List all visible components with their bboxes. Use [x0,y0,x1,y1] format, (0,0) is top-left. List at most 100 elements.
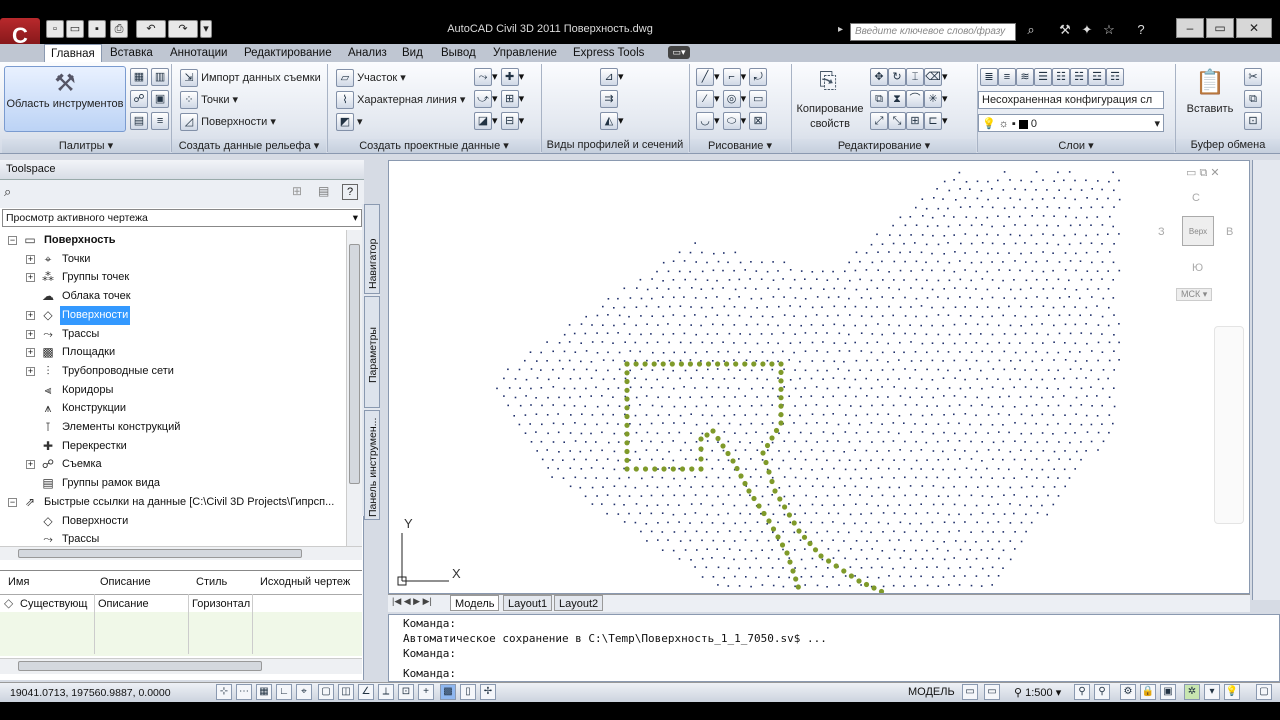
trim-icon[interactable]: ⌶ [906,68,924,86]
grid-cell-source[interactable] [256,596,356,612]
profile-tool-icon[interactable]: ⤻ [474,90,492,108]
surfaces-menu[interactable]: ◿ Поверхности ▾ [180,113,276,131]
tab-output[interactable]: Вывод [435,44,482,62]
grading-menu[interactable]: ◩ ▾ [336,113,363,131]
corridor-tool-icon[interactable]: ⊟ [500,112,519,130]
expand-icon[interactable]: + [26,348,35,358]
tree-item[interactable]: ⫷ Коридоры [0,381,346,400]
expand-icon[interactable]: + [26,310,35,320]
otrack-icon[interactable]: ∠ [358,684,374,700]
tree-item[interactable]: + ▩ Площадки [0,343,346,362]
toolspace-button[interactable]: ⚒ Область инструментов [4,66,126,132]
parcel-menu[interactable]: ▱ Участок ▾ [336,69,406,87]
boundary-icon[interactable]: ⊠ [749,112,768,130]
paste-button[interactable]: Вставить [1180,103,1240,115]
tree-item[interactable]: − ⇗ Быстрые ссылки на данные [C:\Civil 3D … [0,493,346,512]
survey-tool-icon[interactable]: ☍ [130,90,148,108]
copy-properties-button[interactable]: Копирование [794,103,866,115]
tree-item[interactable]: + ⫶ Трубопроводные сети [0,362,346,381]
viewcube-east[interactable]: В [1226,226,1233,238]
tree-item[interactable]: + ⌖ Точки [0,250,346,269]
grid-cell-description[interactable]: Описание [98,596,186,612]
sample-lines-icon[interactable]: ⇉ [600,90,618,108]
tab-toolbox[interactable]: Панель инструмен... [364,410,380,520]
stretch-icon[interactable]: ⤢ [870,112,888,130]
fullscreen-icon[interactable]: ▢ [1256,684,1272,700]
toggle-view-icon[interactable]: ▤ [318,184,329,198]
tab-manage[interactable]: Управление [487,44,563,62]
grid-header-description[interactable]: Описание [100,572,151,592]
layout-nav-icons[interactable]: |◀ ◀ ▶ ▶| [392,596,432,607]
rectangle-icon[interactable]: ▭ [749,90,768,108]
panorama-icon[interactable]: ▥ [151,68,170,86]
match-properties-icon[interactable]: ⊡ [1244,112,1262,130]
layer-properties-icon[interactable]: ≣ [980,68,998,86]
status-toolbar-icon[interactable]: ▾ [1204,684,1220,700]
qp-icon[interactable]: ▯ [460,684,476,700]
tree-item[interactable]: ⊺ Элементы конструкций [0,418,346,437]
panel-draw[interactable]: Рисование ▾ [690,139,790,153]
wcs-menu[interactable]: МСК ▾ [1176,288,1213,301]
osnap-icon[interactable]: ▢ [318,684,334,700]
tab-express-tools[interactable]: Express Tools [567,44,650,62]
cut-icon[interactable]: ✂ [1244,68,1262,86]
infer-icon[interactable]: ⊹ [216,684,232,700]
expand-icon[interactable]: + [26,366,35,376]
feature-line-menu[interactable]: ⌇ Характерная линия ▾ [336,91,465,109]
mirror-icon[interactable]: ⧗ [888,90,906,108]
tab-layout2[interactable]: Layout2 [554,595,604,611]
lwt-icon[interactable]: + [418,684,434,700]
grid-cell-name[interactable]: Существующ [20,596,92,612]
layer-freeze-icon[interactable]: ☰ [1034,68,1052,86]
ducs-icon[interactable]: ⟂ [378,684,394,700]
layer-off-icon[interactable]: ☷ [1052,68,1070,86]
layer-match-icon[interactable]: ☵ [1070,68,1088,86]
expand-icon[interactable]: + [26,329,35,339]
modify-move-icon[interactable]: ✥ [870,68,888,86]
item-view-icon[interactable]: ⊞ [292,184,302,198]
fillet-icon[interactable]: ⌒ [906,90,924,108]
prospector-icon[interactable]: ▦ [130,68,148,86]
3dosnap-icon[interactable]: ◫ [338,684,354,700]
tree-item[interactable]: + ⤳ Трассы [0,325,346,344]
panel-clipboard[interactable]: Буфер обмена [1176,139,1280,153]
annotation-visibility-icon[interactable]: ⚲ [1074,684,1090,700]
maximize-button[interactable]: ▭ [1206,18,1234,38]
hatch-icon[interactable]: ⁄ [696,90,714,108]
panel-palettes[interactable]: Палитры ▾ [2,139,170,153]
save-icon[interactable]: ▪ [88,20,106,38]
rotate-icon[interactable]: ↻ [888,68,906,86]
panel-layers[interactable]: Слои ▾ [978,139,1174,153]
layer-previous-icon[interactable]: ☲ [1088,68,1106,86]
grid-header-style[interactable]: Стиль [196,572,227,592]
ortho-icon[interactable]: ∟ [276,684,292,700]
viewcube-south[interactable]: Ю [1192,262,1203,274]
polyline-icon[interactable]: ⌐ [722,68,741,86]
panel-modify[interactable]: Редактирование ▾ [792,139,976,153]
panel-create-ground-data[interactable]: Создать данные рельефа ▾ [172,139,326,153]
pipe-tool-icon[interactable]: ◪ [474,112,492,130]
layer-states-icon[interactable]: ≡ [998,68,1016,86]
quick-view-drawings-icon[interactable]: ▭ [984,684,1000,700]
tree-item[interactable]: + ⁂ Группы точек [0,268,346,287]
arc-icon[interactable]: ◡ [696,112,714,130]
viewcube-north[interactable]: С [1192,192,1200,204]
viewcube-west[interactable]: З [1158,226,1165,238]
qat-dropdown-icon[interactable]: ▾ [200,20,212,38]
drawing-canvas[interactable] [388,160,1250,594]
tab-layout1[interactable]: Layout1 [503,595,553,611]
coordinates-readout[interactable]: 19041.0713, 197560.9887, 0.0000 [10,687,171,699]
undo-icon[interactable]: ↶ [136,20,166,38]
offset-icon[interactable]: ⊏ [924,112,942,130]
tree-item[interactable]: ☁ Облака точек [0,287,346,306]
list-icon[interactable]: ≡ [151,112,170,130]
help-icon[interactable]: ? [1132,21,1150,39]
layer-state-combo[interactable]: Несохраненная конфигурация сл [978,91,1164,109]
expand-icon[interactable]: + [26,254,35,264]
dyn-icon[interactable]: ⊡ [398,684,414,700]
polar-icon[interactable]: ⌖ [296,684,312,700]
tab-insert[interactable]: Вставка [104,44,159,62]
properties-icon[interactable]: ▤ [130,112,148,130]
expand-icon[interactable]: + [26,273,35,283]
search-icon[interactable]: ⌕ [4,184,11,200]
